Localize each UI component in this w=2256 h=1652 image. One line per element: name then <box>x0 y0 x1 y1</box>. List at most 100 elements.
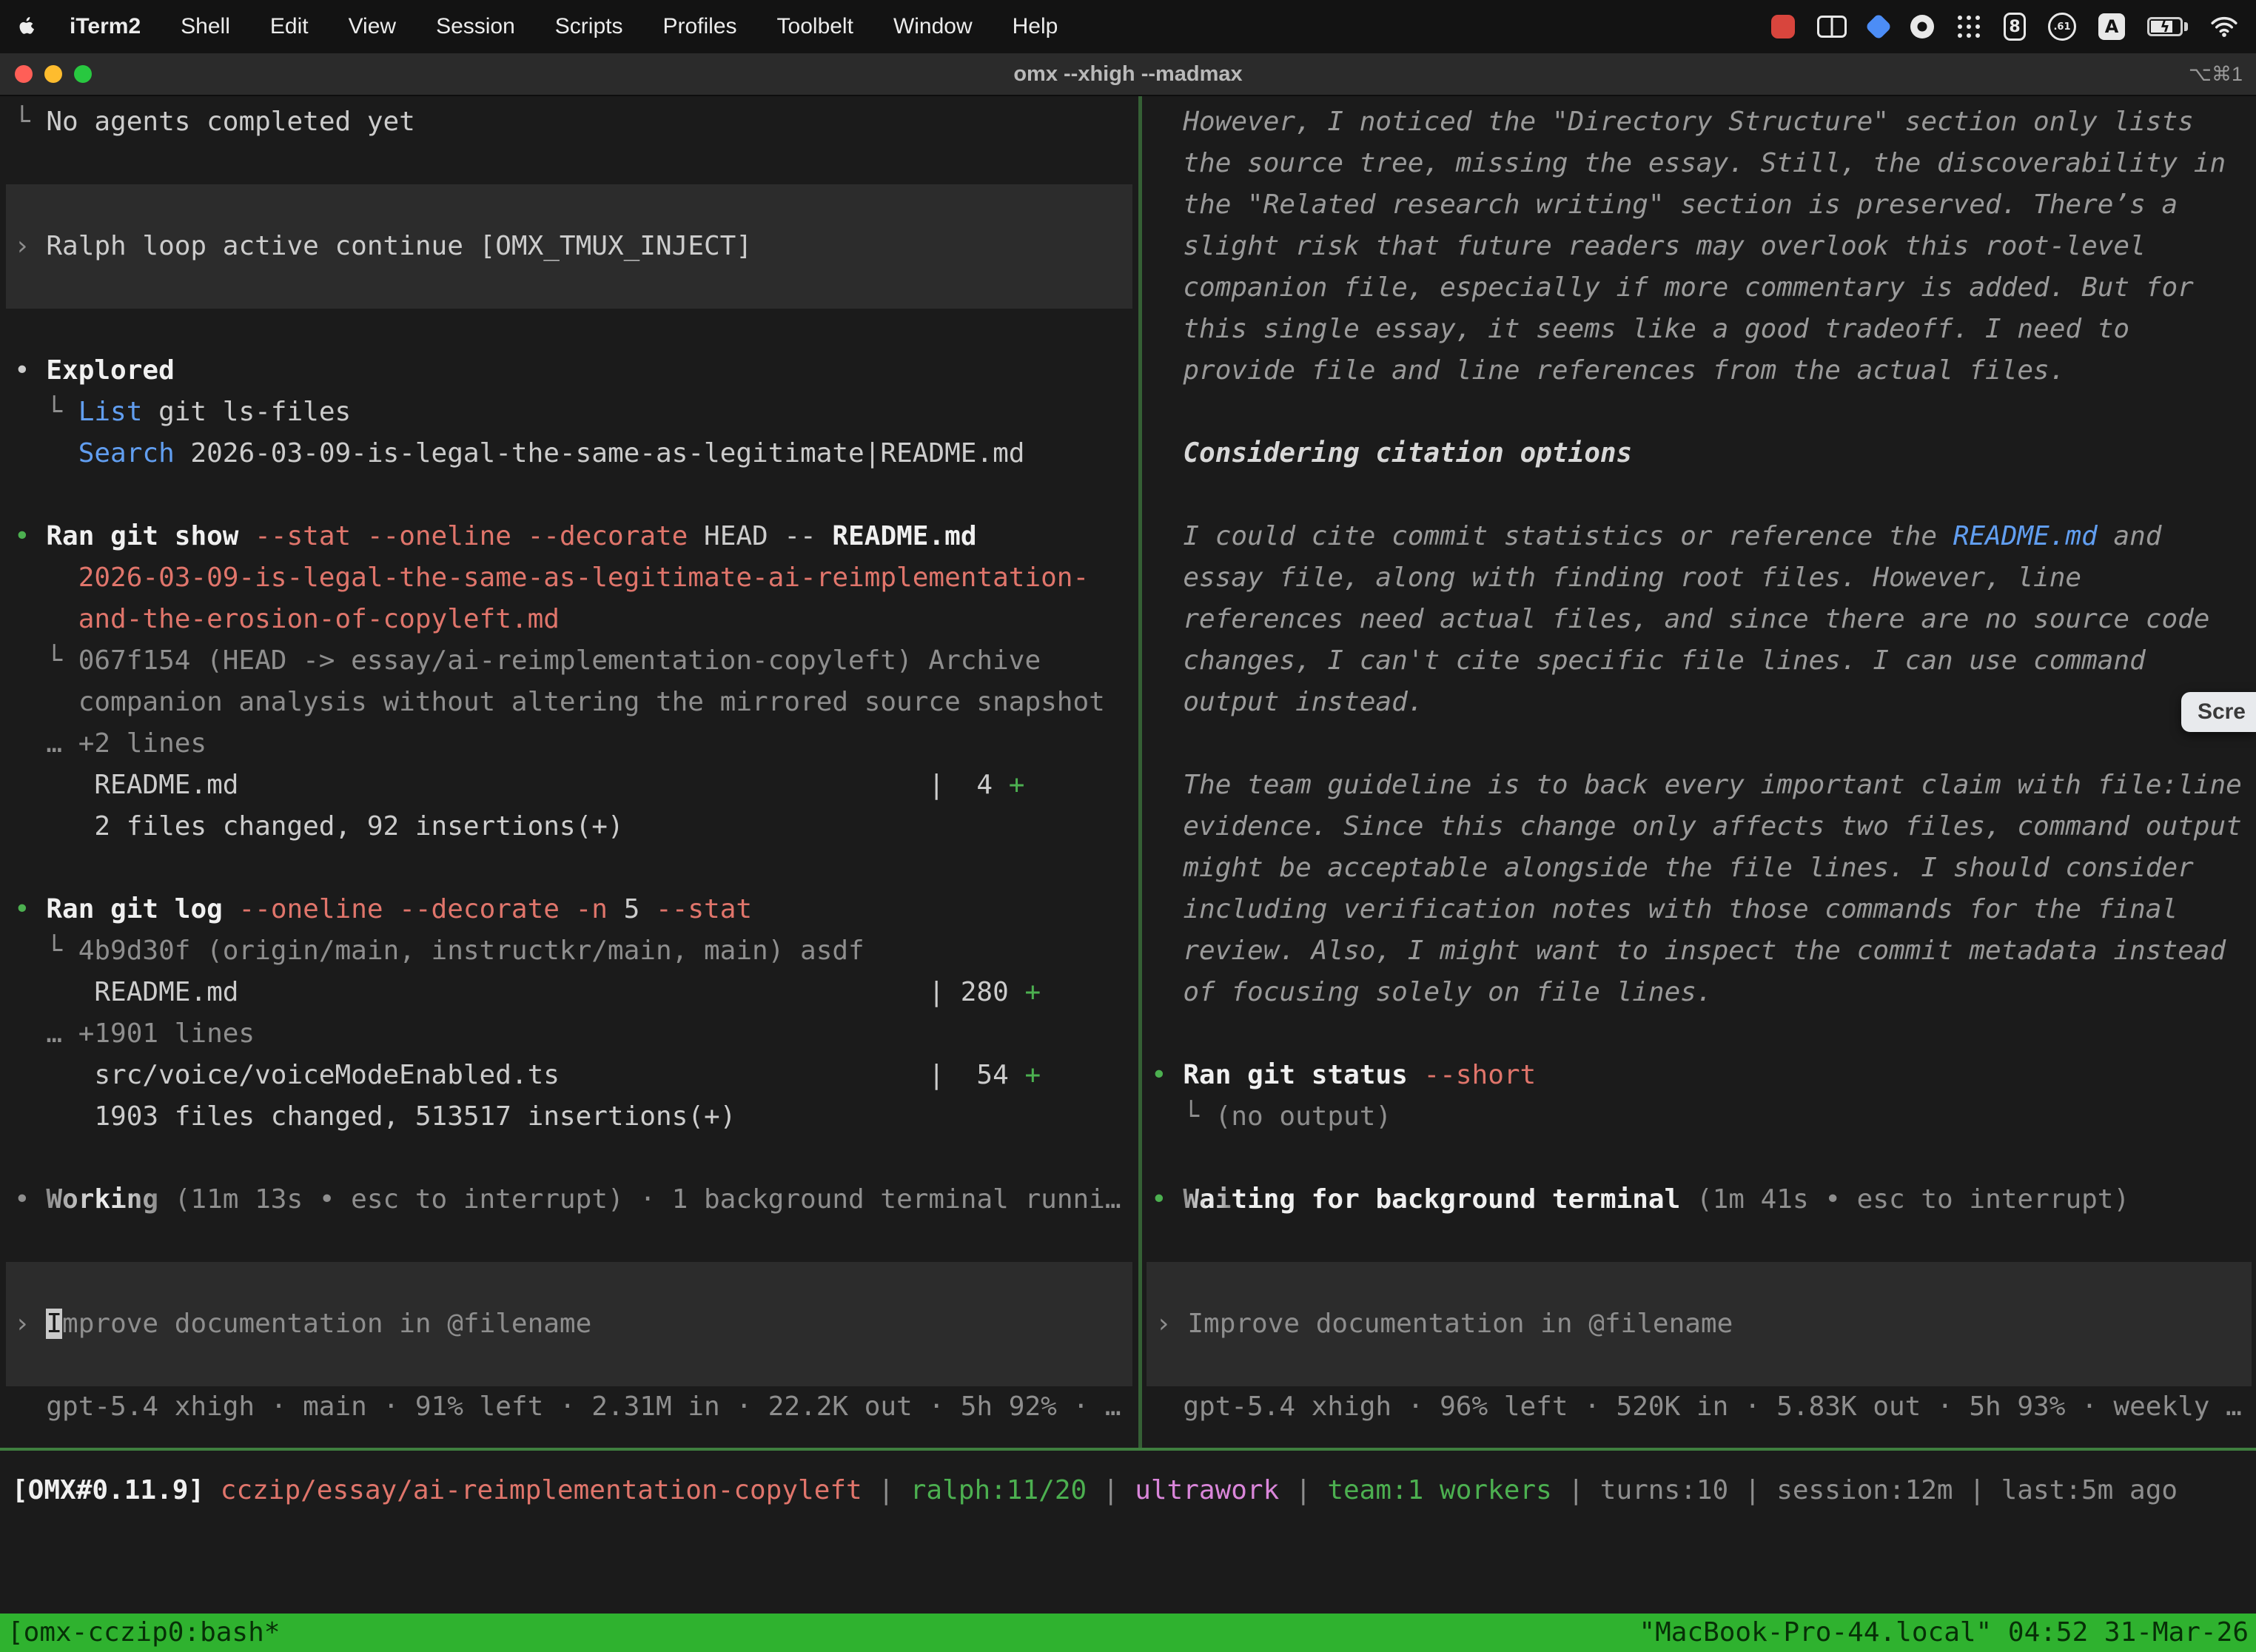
text-segment: › Improve documentation in @filename <box>1155 1309 1733 1339</box>
zoom-button[interactable] <box>74 65 92 83</box>
menu-item-session[interactable]: Session <box>436 14 515 39</box>
text-segment: The team guideline is to back every impo… <box>1151 770 2242 800</box>
text-segment: README.md | 280 <box>14 977 1024 1007</box>
text-segment: README.md <box>1953 521 2098 551</box>
diffstat-summary: 1903 files changed, 513517 insertions(+) <box>0 1096 1138 1138</box>
command-arg-wrap: and-the-erosion-of-copyleft.md <box>0 599 1138 640</box>
minimize-button[interactable] <box>44 65 62 83</box>
menu-item-view[interactable]: View <box>349 14 396 39</box>
text-segment: No agents completed yet <box>46 107 415 137</box>
text-segment: gpt-5.4 xhigh · 96% left · 520K in · 5.8… <box>1151 1391 2242 1422</box>
explored-search-item: Search 2026-03-09-is-legal-the-same-as-l… <box>0 433 1138 474</box>
text-segment: └ <box>14 397 78 427</box>
menu-item-toolbelt[interactable]: Toolbelt <box>777 14 853 39</box>
text-segment: of focusing solely on file lines. <box>1151 977 1713 1007</box>
text-segment: slight risk that future readers may over… <box>1151 231 2146 261</box>
reasoning-paragraph: The team guideline is to back every impo… <box>1142 765 2256 806</box>
app-badge-icon[interactable] <box>1910 15 1934 38</box>
text-segment: and <box>2098 521 2162 551</box>
ran-git-status-command: • Ran git status --short <box>1142 1055 2256 1096</box>
prompt-input-box[interactable]: › Improve documentation in @filename <box>1147 1262 2252 1386</box>
text-segment: the "Related research writing" section i… <box>1151 189 2178 220</box>
gauge-icon[interactable]: .61 <box>2048 13 2076 41</box>
text-segment: | <box>1279 1475 1327 1505</box>
reasoning-paragraph: this single essay, it seems like a good … <box>1142 309 2256 350</box>
tmux-session-label: [omx-cczip0:bash* <box>7 1614 280 1652</box>
text-segment: [OMX#0.11.9] <box>12 1475 221 1505</box>
reasoning-heading: Considering citation options <box>1142 433 2256 474</box>
commit-line: └ 067f154 (HEAD -> essay/ai-reimplementa… <box>0 640 1138 682</box>
menu-item-window[interactable]: Window <box>893 14 973 39</box>
reasoning-paragraph: the "Related research writing" section i… <box>1142 184 2256 226</box>
launcher-icon[interactable]: 8 <box>2004 13 2026 41</box>
reasoning-paragraph: evidence. Since this change only affects… <box>1142 806 2256 847</box>
agents-status-line: └ No agents completed yet <box>0 101 1138 143</box>
text-segment: └ <box>14 107 46 137</box>
reasoning-paragraph: including verification notes with those … <box>1142 889 2256 930</box>
gauge-value: .61 <box>2053 21 2070 33</box>
close-button[interactable] <box>15 65 33 83</box>
menu-item-shell[interactable]: Shell <box>181 14 230 39</box>
prompt-input-box[interactable]: › Improve documentation in @filename <box>6 1262 1132 1386</box>
diffstat-file: README.md | 4 + <box>0 765 1138 806</box>
tmux-status-bar: [omx-cczip0:bash* "MacBook-Pro-44.local"… <box>0 1614 2256 1652</box>
text-segment: 1903 files changed, 513517 insertions(+) <box>14 1101 736 1132</box>
text-segment: --stat <box>639 894 752 924</box>
reasoning-paragraph: essay file, along with finding root file… <box>1142 557 2256 599</box>
text-segment: (11m 13s • esc to interrupt) · 1 backgro… <box>158 1184 1121 1215</box>
text-segment: --stat --oneline --decorate <box>238 521 688 551</box>
text-segment: companion analysis without altering the … <box>14 687 1105 717</box>
text-segment <box>94 894 110 924</box>
text-segment: └ (no output) <box>1151 1101 1391 1132</box>
desktop-screen: iTerm2 Shell Edit View Session Scripts Profile… <box>0 0 2256 1652</box>
text-segment: + <box>1024 977 1041 1007</box>
text-segment: • <box>1151 1184 1183 1215</box>
text-segment: › <box>14 231 46 261</box>
menu-item-help[interactable]: Help <box>1013 14 1058 39</box>
menu-item-iterm2[interactable]: iTerm2 <box>70 14 141 39</box>
text-segment: git status <box>1247 1060 1408 1090</box>
text-segment <box>1231 1060 1247 1090</box>
text-segment: provide file and line references from th… <box>1151 355 2065 386</box>
grid-menu-icon[interactable] <box>1956 14 1981 39</box>
wifi-icon[interactable] <box>2210 16 2238 38</box>
menu-item-edit[interactable]: Edit <box>270 14 309 39</box>
menu-bar: iTerm2 Shell Edit View Session Scripts Profile… <box>0 0 2256 53</box>
menu-item-scripts[interactable]: Scripts <box>555 14 623 39</box>
text-segment: Ran <box>46 521 94 551</box>
text-segment: might be acceptable alongside the file l… <box>1151 853 2194 883</box>
prompt-input[interactable]: › Improve documentation in @filename <box>6 1303 1132 1345</box>
app-menus: iTerm2 Shell Edit View Session Scripts Profile… <box>70 14 1058 39</box>
text-segment: • <box>14 355 46 386</box>
menu-item-profiles[interactable]: Profiles <box>662 14 736 39</box>
terminal-blank-line <box>0 1138 1138 1179</box>
battery-charging-icon[interactable]: ϟ <box>2147 17 2188 36</box>
text-segment: README.md <box>832 521 976 551</box>
battery-body: ϟ <box>2147 17 2183 36</box>
text-segment: mprove documentation in @filename <box>62 1309 591 1339</box>
input-source-icon[interactable]: A <box>2098 13 2125 40</box>
left-terminal-pane[interactable]: └ No agents completed yet› Ralph loop ac… <box>0 96 1138 1451</box>
terminal-blank-line <box>1142 1013 2256 1055</box>
text-segment: 2 files changed, 92 insertions(+) <box>14 811 624 842</box>
text-segment: --short <box>1408 1060 1536 1090</box>
text-segment: Ran <box>46 894 94 924</box>
text-segment: ting for background terminal <box>1231 1184 1680 1215</box>
window-title-bar[interactable]: omx --xhigh --madmax ⌥⌘1 <box>0 53 2256 96</box>
prompt-input[interactable]: › Improve documentation in @filename <box>1147 1303 2252 1345</box>
text-segment: I <box>46 1309 62 1339</box>
text-segment <box>14 438 78 469</box>
apple-menu-icon[interactable] <box>18 16 37 38</box>
text-segment: git show <box>110 521 238 551</box>
raycast-icon[interactable] <box>1865 13 1893 41</box>
text-segment: 2026-03-09-is-legal-the-same-as-legitima… <box>175 438 1025 469</box>
text-segment: turns:10 | session:12m | last:5m ago <box>1600 1475 2178 1505</box>
screenshot-preview-popup[interactable]: Scre <box>2181 692 2256 732</box>
screen-recording-icon[interactable] <box>1771 15 1795 38</box>
menu-status-icons: 8 .61 A ϟ <box>1771 13 2238 41</box>
launcher-label: 8 <box>2009 18 2020 36</box>
right-terminal-pane[interactable]: However, I noticed the "Directory Struct… <box>1142 96 2256 1451</box>
text-segment: └ 4b9d30f (origin/main, instructkr/main,… <box>14 936 865 966</box>
text-segment: essay file, along with finding root file… <box>1151 563 2081 593</box>
window-tiling-icon[interactable] <box>1817 16 1847 38</box>
